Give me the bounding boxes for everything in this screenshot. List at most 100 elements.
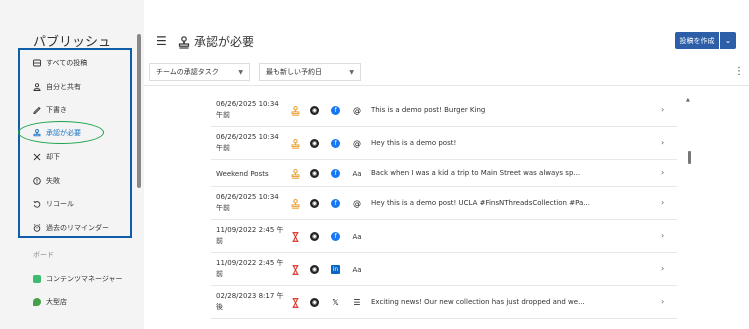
sidebar-item-all-posts[interactable]: すべての投稿 bbox=[33, 56, 87, 70]
board-icon bbox=[33, 275, 41, 283]
threads-icon: @ bbox=[353, 199, 361, 208]
post-text: Hey this is a demo post! bbox=[371, 138, 457, 147]
stamp-icon bbox=[291, 105, 300, 116]
chevron-right-icon[interactable]: › bbox=[661, 264, 664, 273]
avatar: ◉ bbox=[310, 169, 319, 178]
post-date: 06/26/2025 10:34 午前 bbox=[216, 133, 279, 152]
avatar: ◉ bbox=[310, 232, 319, 241]
post-row[interactable]: Weekend Posts ◉ f Aa Back when I was a kid a… bbox=[211, 160, 677, 187]
sort-select[interactable]: 最も新しい予約日 ▼ bbox=[259, 63, 361, 81]
x-icon: 𝕏 bbox=[332, 298, 339, 307]
post-text: This is a demo post! Burger King bbox=[371, 105, 486, 114]
text-format-icon: Aa bbox=[352, 232, 362, 241]
post-row[interactable]: 06/26/2025 10:34 午前 ◉ f @ Hey this is a demo… bbox=[211, 127, 677, 160]
post-date: 06/26/2025 10:34 午前 bbox=[216, 100, 279, 119]
threads-icon: ☰ bbox=[353, 298, 361, 307]
chevron-right-icon[interactable]: › bbox=[661, 231, 664, 240]
post-date: Weekend Posts bbox=[216, 170, 269, 178]
sidebar-item-label: 承認が必要 bbox=[46, 129, 81, 137]
boards-section-label: ボード bbox=[33, 251, 54, 259]
sidebar-item-label: 下書き bbox=[46, 106, 67, 114]
chevron-right-icon[interactable]: › bbox=[661, 138, 664, 147]
avatar: ◉ bbox=[310, 106, 319, 115]
task-filter-select[interactable]: チームの承認タスク ▼ bbox=[149, 63, 250, 81]
sidebar-item-shared[interactable]: 自分と共有 bbox=[33, 80, 81, 94]
sidebar-item-past-reminders[interactable]: 過去のリマインダー bbox=[33, 221, 109, 235]
sidebar-item-label: 自分と共有 bbox=[46, 83, 81, 91]
chevron-right-icon[interactable]: › bbox=[661, 198, 664, 207]
sidebar-item-drafts[interactable]: 下書き bbox=[33, 103, 67, 117]
sidebar-item-label: リコール bbox=[46, 200, 74, 208]
scroll-up-icon[interactable]: ▲ bbox=[686, 97, 690, 103]
linkedin-icon: in bbox=[331, 265, 340, 274]
facebook-icon: f bbox=[331, 139, 340, 148]
sidebar-item-label: 却下 bbox=[46, 153, 60, 161]
post-row[interactable]: 02/28/2023 8:17 午後 ◉ 𝕏 ☰ Exciting news! Our … bbox=[211, 286, 677, 319]
chevron-down-icon: ▼ bbox=[349, 68, 354, 76]
divider bbox=[144, 85, 749, 86]
stamp-icon bbox=[291, 168, 300, 179]
sidebar: パブリッシュ すべての投稿 自分と共有 下書き 承認が必要 却下 失敗 リコール… bbox=[0, 0, 144, 329]
threads-icon: @ bbox=[353, 106, 361, 115]
post-row[interactable]: 11/09/2022 2:45 午前 ◉ f Aa › bbox=[211, 220, 677, 253]
post-date: 02/28/2023 8:17 午後 bbox=[216, 292, 284, 311]
page-title: 承認が必要 bbox=[194, 35, 255, 49]
sidebar-item-rejected[interactable]: 却下 bbox=[33, 150, 60, 164]
hourglass-icon bbox=[291, 264, 300, 275]
inbox-icon bbox=[33, 59, 41, 67]
reminder-icon bbox=[33, 224, 41, 232]
shared-icon bbox=[33, 83, 41, 91]
sidebar-board-label: コンテンツマネージャー bbox=[46, 275, 123, 283]
sidebar-item-label: すべての投稿 bbox=[46, 59, 88, 67]
create-post-dropdown-button[interactable]: ⌄ bbox=[720, 32, 736, 49]
sidebar-item-label: 失敗 bbox=[46, 177, 60, 185]
avatar: ◉ bbox=[310, 199, 319, 208]
post-row[interactable]: 06/26/2025 10:34 午前 ◉ f @ This is a demo pos… bbox=[211, 94, 677, 127]
chevron-right-icon[interactable]: › bbox=[661, 297, 664, 306]
avatar: ◉ bbox=[310, 139, 319, 148]
post-date: 11/09/2022 2:45 午前 bbox=[216, 259, 284, 278]
post-text: Hey this is a demo post! UCLA #FinsNThre… bbox=[371, 198, 590, 207]
facebook-icon: f bbox=[331, 199, 340, 208]
post-text: Back when I was a kid a trip to Main Str… bbox=[371, 168, 581, 177]
sidebar-item-needs-approval[interactable]: 承認が必要 bbox=[33, 126, 81, 140]
sort-value: 最も新しい予約日 bbox=[266, 68, 322, 76]
stamp-icon bbox=[178, 34, 190, 49]
post-row[interactable]: 11/09/2022 2:45 午前 ◉ in Aa › bbox=[211, 253, 677, 286]
recall-icon bbox=[33, 200, 41, 208]
task-filter-value: チームの承認タスク bbox=[156, 68, 219, 76]
hourglass-icon bbox=[291, 231, 300, 242]
menu-icon[interactable]: ☰ bbox=[156, 34, 167, 48]
table-scrollbar-thumb[interactable] bbox=[688, 151, 691, 164]
threads-icon: @ bbox=[353, 139, 361, 148]
leaf-icon bbox=[33, 298, 41, 306]
facebook-icon: f bbox=[331, 232, 340, 241]
sidebar-board-content-manager[interactable]: コンテンツマネージャー bbox=[33, 272, 123, 286]
stamp-icon bbox=[291, 198, 300, 209]
avatar: ◉ bbox=[310, 265, 319, 274]
stamp-icon bbox=[291, 138, 300, 149]
post-date: 11/09/2022 2:45 午前 bbox=[216, 226, 284, 245]
chevron-down-icon: ▼ bbox=[238, 68, 243, 76]
facebook-icon: f bbox=[331, 169, 340, 178]
facebook-icon: f bbox=[331, 106, 340, 115]
sidebar-item-failed[interactable]: 失敗 bbox=[33, 174, 60, 188]
post-row[interactable]: 06/26/2025 10:34 午前 ◉ f @ Hey this is a demo… bbox=[211, 187, 677, 220]
sidebar-item-label: 過去のリマインダー bbox=[46, 224, 109, 232]
draft-icon bbox=[33, 106, 41, 114]
more-options-icon[interactable]: ⋮ bbox=[734, 66, 744, 77]
chevron-right-icon[interactable]: › bbox=[661, 105, 664, 114]
text-format-icon: Aa bbox=[352, 265, 362, 274]
sidebar-board-large-store[interactable]: 大型店 bbox=[33, 295, 67, 309]
chevron-right-icon[interactable]: › bbox=[661, 168, 664, 177]
stamp-icon bbox=[33, 129, 41, 137]
sidebar-item-recall[interactable]: リコール bbox=[33, 197, 74, 211]
post-text: Exciting news! Our new collection has ju… bbox=[371, 297, 585, 306]
sidebar-scrollbar[interactable] bbox=[137, 34, 141, 188]
hourglass-icon bbox=[291, 297, 300, 308]
failed-icon bbox=[33, 177, 41, 185]
create-post-button[interactable]: 投稿を作成 bbox=[675, 32, 719, 49]
sidebar-board-label: 大型店 bbox=[46, 298, 67, 306]
post-date: 06/26/2025 10:34 午前 bbox=[216, 193, 279, 212]
reject-icon bbox=[33, 153, 41, 161]
